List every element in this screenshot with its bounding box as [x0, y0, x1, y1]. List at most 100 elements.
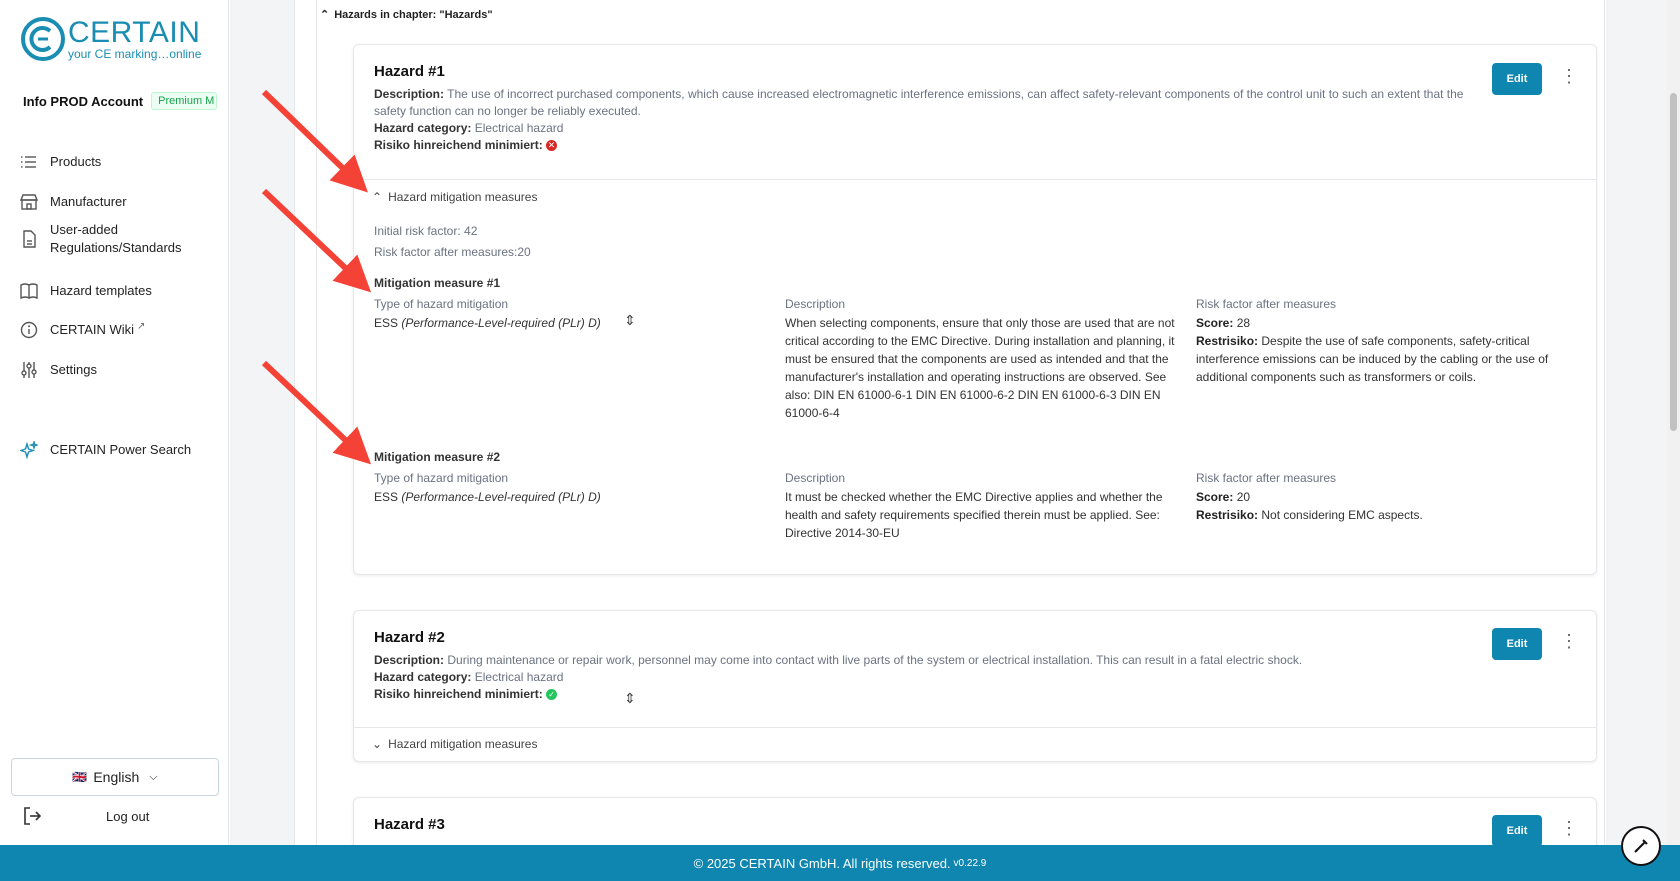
store-icon [20, 194, 38, 210]
measure-score: Score: 28 [1196, 316, 1251, 330]
hazard-card: Hazard #2 Description: During maintenanc… [353, 610, 1597, 762]
sidebar-item-label: Manufacturer [50, 194, 127, 209]
language-select[interactable]: 🇬🇧 English ⌵ [11, 758, 219, 796]
sidebar-item-wiki[interactable]: CERTAIN Wiki ↗ [20, 321, 145, 339]
chapter-title: Hazards in chapter: "Hazards" [334, 8, 493, 21]
sidebar-item-hazard-templates[interactable]: Hazard templates [20, 282, 152, 300]
sidebar-item-label: Hazard templates [50, 283, 152, 298]
main-content: ⌃ Hazards in chapter: "Hazards" Hazard #… [296, 0, 1606, 877]
measure-score: Score: 20 [1196, 490, 1251, 504]
account-name: Info PROD Account [23, 93, 144, 109]
info-icon [20, 321, 38, 339]
book-icon [20, 283, 38, 300]
mitigation-type: ESS (Performance-Level-required (PLr) D) [374, 316, 601, 330]
risk-header: Risk factor after measures [1196, 471, 1337, 485]
external-link-icon: ↗ [137, 321, 146, 332]
sidebar-item-products[interactable]: Products [20, 153, 101, 171]
risk-label: Risiko hinreichend minimiert: [374, 687, 543, 701]
edit-button[interactable]: Edit [1492, 815, 1542, 847]
list-icon [21, 156, 36, 168]
left-gutter [230, 0, 295, 845]
sparkle-icon [20, 441, 38, 459]
scrollbar[interactable] [1667, 0, 1680, 845]
hazard-category: Electrical hazard [474, 670, 564, 684]
mitigation-type: ESS (Performance-Level-required (PLr) D) [374, 490, 601, 504]
reorder-icon[interactable]: ⇕ [624, 312, 636, 329]
mitigation-toggle[interactable]: ⌄ Hazard mitigation measures [372, 737, 537, 751]
residual-risk: Restrisiko: Not considering EMC aspects. [1196, 508, 1423, 522]
hazard-title: Hazard #2 [374, 629, 445, 646]
sidebar-item-regulations[interactable]: User-added Regulations/Standards [20, 221, 210, 257]
hazard-category: Electrical hazard [474, 121, 564, 135]
account-info: Info PROD Account Premium M [23, 92, 218, 110]
type-header: Type of hazard mitigation [374, 471, 509, 485]
measure-description: It must be checked whether the EMC Direc… [785, 490, 1163, 540]
sidebar-item-label: Settings [50, 362, 97, 377]
logout-icon [24, 807, 42, 825]
category-label: Hazard category: [374, 670, 472, 684]
sidebar-item-label: CERTAIN Wiki [50, 322, 135, 337]
risk-header: Risk factor after measures [1196, 297, 1337, 311]
feedback-button[interactable] [1621, 826, 1661, 866]
measure-title: Mitigation measure #1 [374, 276, 501, 290]
divider [354, 727, 1596, 728]
sliders-icon [21, 362, 37, 378]
edit-button[interactable]: Edit [1492, 628, 1542, 660]
category-label: Hazard category: [374, 121, 472, 135]
sidebar-item-settings[interactable]: Settings [20, 361, 97, 379]
measure-title: Mitigation measure #2 [374, 450, 501, 464]
reorder-icon[interactable]: ⇕ [624, 690, 636, 707]
footer: © 2025 CERTAIN GmbH. All rights reserved… [0, 845, 1680, 881]
sidebar-item-label: User-added Regulations/Standards [50, 222, 182, 255]
description-label: Description: [374, 653, 445, 667]
chapter-toggle[interactable]: ⌃ Hazards in chapter: "Hazards" [320, 8, 493, 22]
divider [354, 179, 1596, 180]
version: v0.22.9 [953, 857, 987, 869]
residual-risk: Restrisiko: Despite the use of safe comp… [1196, 334, 1549, 384]
certain-logo[interactable]: CERTAIN your CE marking…online [20, 16, 201, 62]
brand-tagline: your CE marking…online [68, 46, 202, 61]
hazard-title: Hazard #1 [374, 63, 445, 80]
edit-button[interactable]: Edit [1492, 63, 1542, 95]
sidebar-item-label: CERTAIN Power Search [50, 442, 192, 457]
scrollbar-thumb[interactable] [1670, 93, 1677, 431]
more-options-icon[interactable]: ⋮ [1560, 819, 1578, 837]
chevron-down-icon: ⌵ [149, 770, 158, 783]
logout-label: Log out [106, 808, 150, 824]
check-circle-icon: ✓ [546, 689, 558, 701]
chevron-down-icon: ⌄ [372, 737, 383, 751]
right-gutter [1606, 0, 1667, 845]
sidebar: CERTAIN your CE marking…online Info PROD… [0, 0, 229, 845]
hazard-title: Hazard #3 [374, 816, 445, 833]
sidebar-item-power-search[interactable]: CERTAIN Power Search [20, 441, 191, 459]
measure-description: When selecting components, ensure that o… [785, 316, 1175, 420]
plan-badge: Premium M [151, 92, 218, 110]
sidebar-item-label: Products [50, 154, 102, 169]
risk-label: Risiko hinreichend minimiert: [374, 138, 543, 152]
mitigation-toggle[interactable]: ⌃ Hazard mitigation measures [372, 190, 537, 204]
risk-after-measures: Risk factor after measures:20 [374, 245, 531, 259]
more-options-icon[interactable]: ⋮ [1560, 632, 1578, 650]
hazard-description: The use of incorrect purchased component… [374, 87, 1464, 118]
hazard-description: During maintenance or repair work, perso… [447, 653, 1303, 667]
mitigation-toggle-label: Hazard mitigation measures [388, 737, 538, 751]
pen-icon [1634, 839, 1648, 853]
description-header: Description [785, 471, 846, 485]
mitigation-toggle-label: Hazard mitigation measures [388, 190, 538, 204]
chevron-up-icon: ⌃ [320, 9, 330, 21]
description-header: Description [785, 297, 846, 311]
uk-flag-icon: 🇬🇧 [72, 770, 88, 784]
initial-risk-factor: Initial risk factor: 42 [374, 224, 478, 238]
x-circle-icon: ✕ [546, 140, 558, 152]
document-icon [23, 230, 36, 248]
hazard-card: Hazard #1 Description: The use of incorr… [353, 44, 1597, 575]
type-header: Type of hazard mitigation [374, 297, 509, 311]
chevron-up-icon: ⌃ [372, 190, 383, 204]
description-label: Description: [374, 87, 445, 101]
certain-logo-icon [21, 17, 65, 61]
more-options-icon[interactable]: ⋮ [1560, 67, 1578, 85]
logout-button[interactable]: Log out [22, 806, 149, 826]
copyright: © 2025 CERTAIN GmbH. All rights reserved… [693, 855, 951, 871]
sidebar-item-manufacturer[interactable]: Manufacturer [20, 193, 127, 211]
brand-name: CERTAIN [68, 15, 201, 49]
